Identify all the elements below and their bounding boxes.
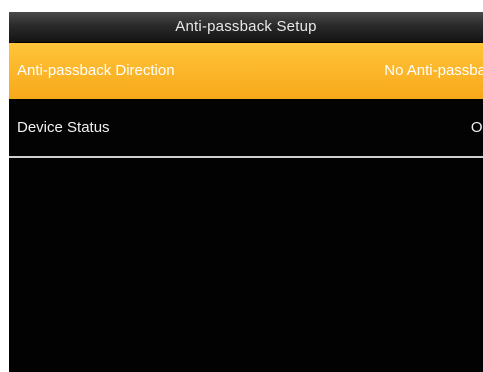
menu-item-value: No Anti-passback (384, 62, 483, 79)
menu-item-label: Device Status (17, 119, 110, 136)
device-screen: Anti-passback Setup Anti-passback Direct… (9, 12, 483, 372)
menu-item-label: Anti-passback Direction (17, 62, 175, 79)
menu-item-device-status[interactable]: Device Status Out (9, 100, 483, 158)
device-frame: Anti-passback Setup Anti-passback Direct… (0, 0, 483, 372)
menu-item-value: Out (470, 119, 483, 136)
title-bar: Anti-passback Setup (9, 12, 483, 43)
menu-item-anti-passback-direction[interactable]: Anti-passback Direction No Anti-passback (9, 43, 483, 99)
page-title: Anti-passback Setup (175, 18, 317, 35)
